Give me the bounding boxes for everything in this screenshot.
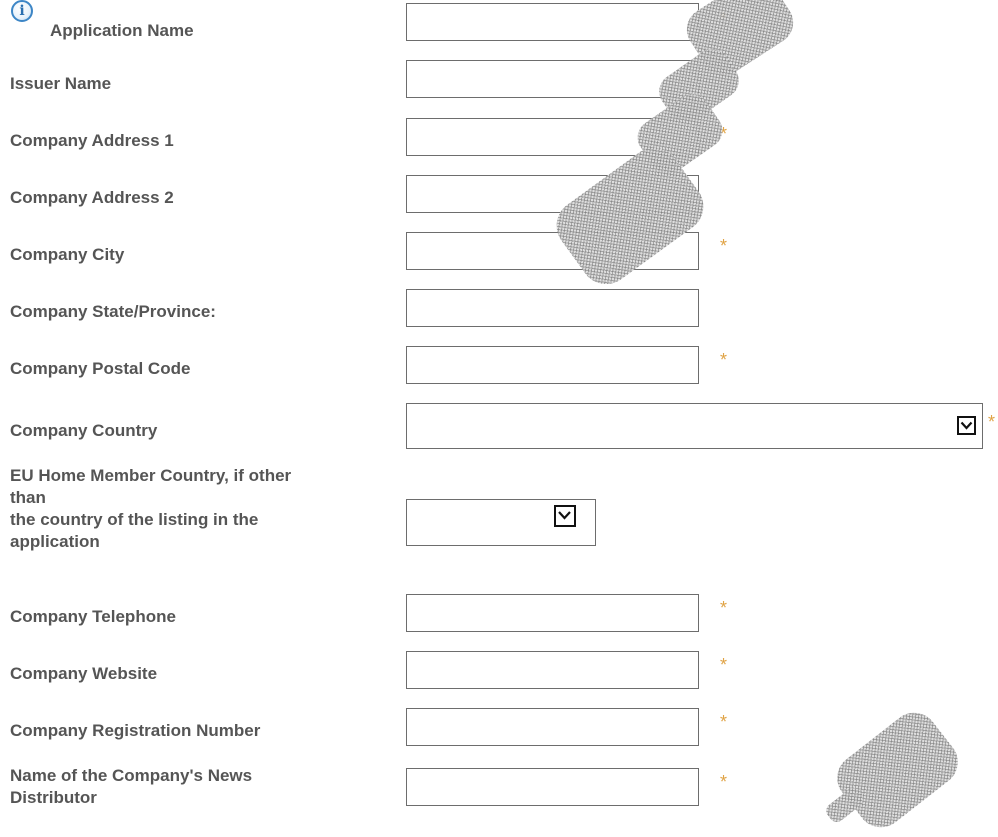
company-registration-number-label: Company Registration Number xyxy=(10,721,261,740)
news-distributor-field[interactable] xyxy=(406,768,699,806)
company-state-field[interactable] xyxy=(406,289,699,327)
company-website-label: Company Website xyxy=(10,664,158,683)
application-name-label: Application Name xyxy=(50,21,194,40)
application-name-field[interactable] xyxy=(406,3,699,41)
required-marker: * xyxy=(720,236,728,256)
company-postal-code-label: Company Postal Code xyxy=(10,359,191,378)
application-name-input[interactable] xyxy=(407,4,698,40)
info-icon[interactable]: i xyxy=(11,0,33,22)
label-line: EU Home Member Country, if other xyxy=(10,466,292,485)
required-marker: * xyxy=(720,350,728,370)
company-address-1-label: Company Address 1 xyxy=(10,131,174,150)
issuer-name-field[interactable] xyxy=(406,60,699,98)
chevron-down-icon[interactable] xyxy=(554,505,576,527)
company-city-field[interactable] xyxy=(406,232,699,270)
company-address-2-field[interactable] xyxy=(406,175,699,213)
company-state-input[interactable] xyxy=(407,290,698,326)
company-telephone-label: Company Telephone xyxy=(10,607,176,626)
watermark-shape xyxy=(823,784,867,826)
company-country-select[interactable] xyxy=(406,403,983,449)
chevron-down-icon[interactable] xyxy=(957,416,976,435)
company-postal-code-field[interactable] xyxy=(406,346,699,384)
company-city-label: Company City xyxy=(10,245,125,264)
company-registration-number-input[interactable] xyxy=(407,709,698,745)
required-marker: * xyxy=(720,598,728,618)
company-address-2-label: Company Address 2 xyxy=(10,188,174,207)
required-marker: * xyxy=(720,772,728,792)
label-line: Distributor xyxy=(10,788,97,807)
company-country-label: Company Country xyxy=(10,421,158,440)
watermark-shape xyxy=(546,137,714,295)
issuer-name-input[interactable] xyxy=(407,61,698,97)
issuer-name-label: Issuer Name xyxy=(10,74,112,93)
label-line: the country of the listing in the xyxy=(10,510,259,529)
news-distributor-input[interactable] xyxy=(407,769,698,805)
required-marker: * xyxy=(720,66,728,86)
watermark-shape xyxy=(827,703,968,837)
company-state-label: Company State/Province: xyxy=(10,302,216,321)
label-line: than xyxy=(10,488,46,507)
eu-home-member-country-label: EU Home Member Country, if other than th… xyxy=(10,465,385,553)
news-distributor-label: Name of the Company's News Distributor xyxy=(10,765,370,809)
company-telephone-field[interactable] xyxy=(406,594,699,632)
company-website-field[interactable] xyxy=(406,651,699,689)
required-marker: * xyxy=(988,412,996,432)
eu-home-member-country-select[interactable] xyxy=(406,499,596,546)
required-marker: * xyxy=(720,124,728,144)
required-marker: * xyxy=(720,9,728,29)
label-line: Name of the Company's News xyxy=(10,766,253,785)
company-address-1-field[interactable] xyxy=(406,118,699,156)
label-line: application xyxy=(10,532,100,551)
company-city-input[interactable] xyxy=(407,233,698,269)
company-postal-code-input[interactable] xyxy=(407,347,698,383)
company-address-1-input[interactable] xyxy=(407,119,698,155)
company-telephone-input[interactable] xyxy=(407,595,698,631)
company-address-2-input[interactable] xyxy=(407,176,698,212)
required-marker: * xyxy=(720,655,728,675)
company-website-input[interactable] xyxy=(407,652,698,688)
company-registration-number-field[interactable] xyxy=(406,708,699,746)
required-marker: * xyxy=(720,712,728,732)
